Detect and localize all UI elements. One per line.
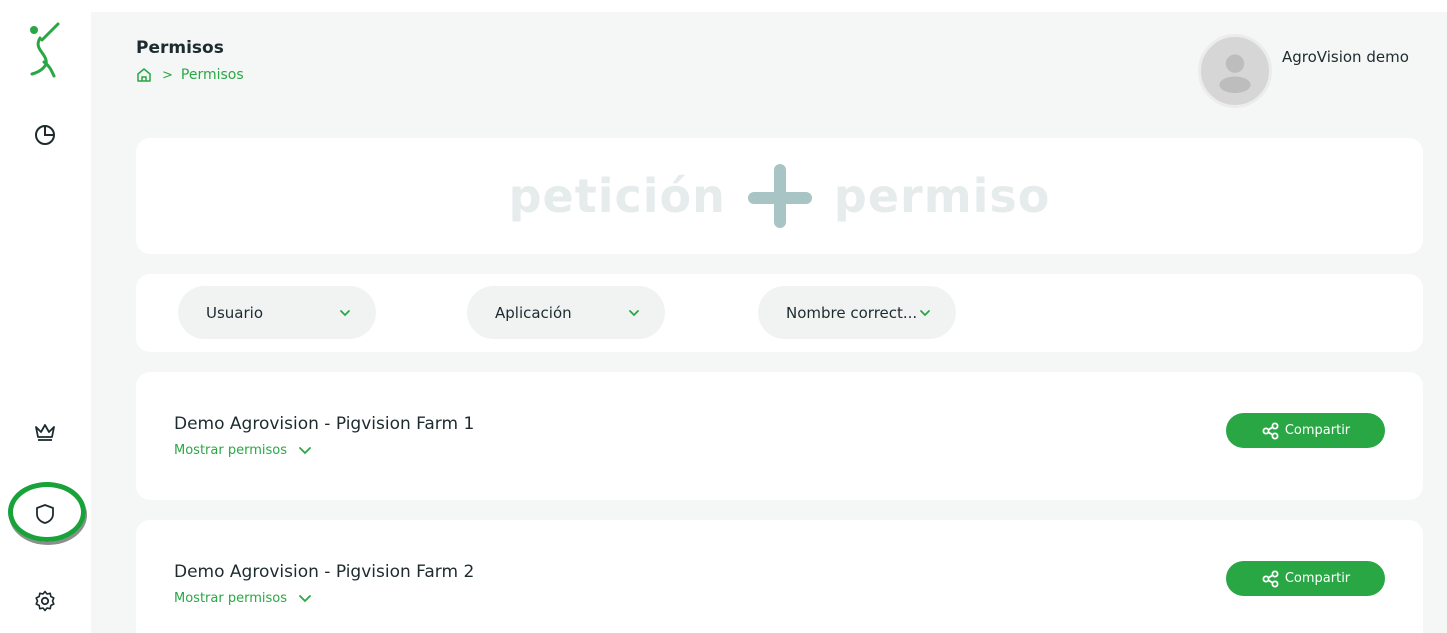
share-button[interactable]: Compartir [1226,561,1385,596]
crown-icon [35,424,55,441]
breadcrumb-separator: > [162,67,173,83]
app-logo[interactable] [20,18,70,82]
filters-bar: Usuario Aplicación Nombre correct... [136,274,1423,352]
pie-chart-icon [35,125,55,145]
chevron-down-icon [629,309,639,316]
hero-right-word: permiso [833,169,1051,223]
plus-icon [747,164,812,228]
share-icon [1262,422,1279,439]
sidebar-item-settings[interactable] [22,578,68,624]
breadcrumb: > Permisos [136,67,244,83]
chevron-down-icon [299,595,311,603]
user-name: AgroVision demo [1282,48,1409,66]
home-icon[interactable] [136,67,152,83]
page-title: Permisos [136,38,224,58]
breadcrumb-current[interactable]: Permisos [181,67,244,83]
show-permissions-toggle[interactable]: Mostrar permisos [174,590,313,606]
filter-application-dropdown[interactable]: Aplicación [467,286,665,339]
avatar[interactable] [1198,34,1272,108]
chevron-down-icon [299,447,311,455]
share-icon [1262,570,1279,587]
active-item-highlight [8,482,86,542]
farm-card: Demo Agrovision - Pigvision Farm 2 Mostr… [136,520,1423,633]
sidebar-item-premium[interactable] [22,408,68,454]
farm-title: Demo Agrovision - Pigvision Farm 1 [174,414,475,434]
chevron-down-icon [340,309,350,316]
filter-label: Usuario [206,303,264,322]
show-permissions-label: Mostrar permisos [174,442,287,458]
filter-label: Aplicación [495,303,572,322]
filter-label: Nombre correct... [786,303,918,322]
hero-left-word: petición [508,169,726,223]
farm-card: Demo Agrovision - Pigvision Farm 1 Mostr… [136,372,1423,500]
user-icon [1219,54,1251,94]
filter-user-dropdown[interactable]: Usuario [178,286,376,339]
add-permission-request-card[interactable]: petición permiso [136,138,1423,254]
share-label: Compartir [1284,423,1351,438]
chevron-down-icon [920,309,930,316]
show-permissions-toggle[interactable]: Mostrar permisos [174,442,313,458]
filter-name-dropdown[interactable]: Nombre correct... [758,286,956,339]
gear-icon [35,590,55,612]
show-permissions-label: Mostrar permisos [174,590,287,606]
farm-title: Demo Agrovision - Pigvision Farm 2 [174,562,475,582]
share-label: Compartir [1284,571,1351,586]
main-content: Permisos > Permisos AgroVision demo peti… [91,12,1447,633]
user-menu[interactable]: AgroVision demo [1198,34,1409,108]
sidebar-item-dashboard[interactable] [22,112,68,158]
share-button[interactable]: Compartir [1226,413,1385,448]
